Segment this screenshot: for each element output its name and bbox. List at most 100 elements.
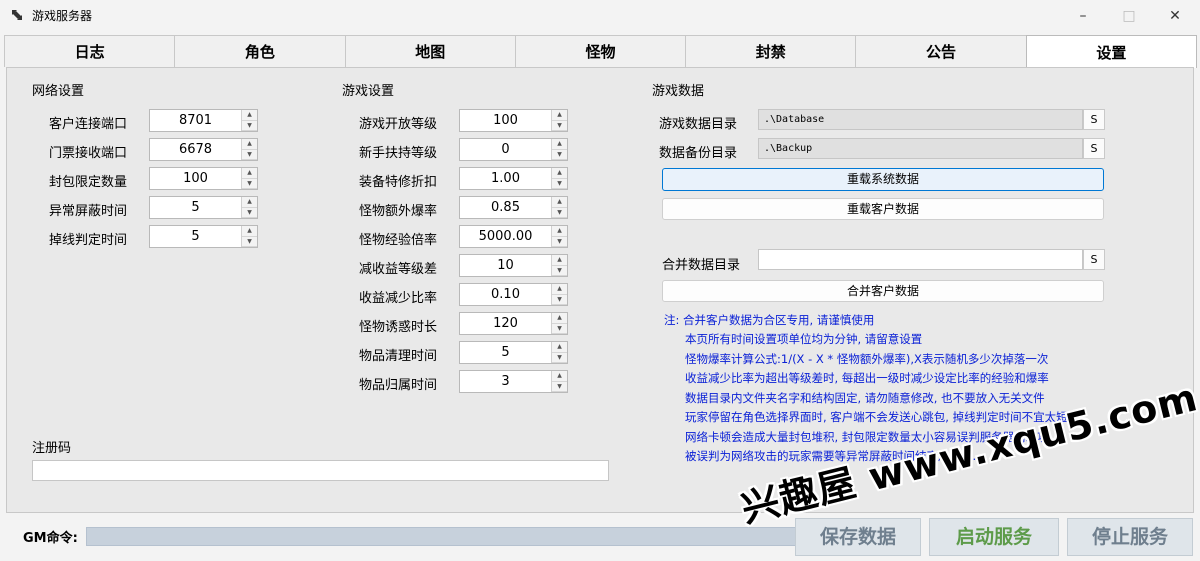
lure-time-stepper[interactable]: 120 ▲ ▼ (459, 312, 568, 335)
up-arrow-icon[interactable]: ▲ (242, 168, 257, 179)
data-dir-field[interactable]: .\Database (758, 109, 1083, 130)
repair-discount-stepper[interactable]: 1.00 ▲ ▼ (459, 167, 568, 190)
register-code-label: 注册码 (32, 441, 72, 456)
close-icon[interactable]: ✕ (1152, 0, 1198, 32)
down-arrow-icon[interactable]: ▼ (552, 120, 567, 131)
game-row-label: 怪物诱惑时长 (358, 320, 437, 335)
tab-monsters[interactable]: 怪物 (514, 35, 687, 67)
game-row-label: 物品归属时间 (358, 378, 437, 393)
down-arrow-icon[interactable]: ▼ (552, 149, 567, 160)
game-row-label: 怪物经验倍率 (358, 233, 437, 248)
up-arrow-icon[interactable]: ▲ (552, 168, 567, 179)
item-cleanup-stepper[interactable]: 5 ▲ ▼ (459, 341, 568, 364)
merge-dir-browse-button[interactable]: S (1083, 249, 1105, 270)
reduce-ratio-stepper[interactable]: 0.10 ▲ ▼ (459, 283, 568, 306)
network-row-label: 客户连接端口 (48, 117, 127, 132)
maximize-icon[interactable]: □ (1106, 0, 1152, 32)
down-arrow-icon[interactable]: ▼ (242, 236, 257, 247)
down-arrow-icon[interactable]: ▼ (552, 236, 567, 247)
stepper-value: 10 (497, 258, 514, 273)
packet-limit-stepper[interactable]: 100 ▲ ▼ (149, 167, 258, 190)
backup-dir-label: 数据备份目录 (659, 146, 738, 161)
backup-dir-browse-button[interactable]: S (1083, 138, 1105, 159)
down-arrow-icon[interactable]: ▼ (552, 178, 567, 189)
down-arrow-icon[interactable]: ▼ (242, 178, 257, 189)
tab-log[interactable]: 日志 (4, 35, 176, 67)
tab-bans[interactable]: 封禁 (685, 35, 857, 67)
block-time-stepper[interactable]: 5 ▲ ▼ (149, 196, 258, 219)
app-icon (12, 10, 22, 20)
minimize-icon[interactable]: – (1060, 0, 1106, 32)
stepper-value: 120 (493, 316, 518, 331)
merge-client-data-button[interactable]: 合并客户数据 (662, 280, 1104, 302)
up-arrow-icon[interactable]: ▲ (552, 342, 567, 353)
game-row-label: 怪物额外爆率 (358, 204, 437, 219)
game-row-label: 装备特修折扣 (358, 175, 437, 190)
disconnect-time-stepper[interactable]: 5 ▲ ▼ (149, 225, 258, 248)
up-arrow-icon[interactable]: ▲ (552, 371, 567, 382)
up-arrow-icon[interactable]: ▲ (552, 255, 567, 266)
reload-client-data-button[interactable]: 重载客户数据 (662, 198, 1104, 220)
down-arrow-icon[interactable]: ▼ (552, 323, 567, 334)
register-code-input[interactable] (32, 460, 609, 481)
level-diff-stepper[interactable]: 10 ▲ ▼ (459, 254, 568, 277)
down-arrow-icon[interactable]: ▼ (552, 381, 567, 392)
up-arrow-icon[interactable]: ▲ (552, 226, 567, 237)
game-row-label: 游戏开放等级 (358, 117, 437, 132)
stepper-value: 5000.00 (478, 229, 533, 244)
down-arrow-icon[interactable]: ▼ (552, 207, 567, 218)
up-arrow-icon[interactable]: ▲ (242, 110, 257, 121)
backup-dir-field[interactable]: .\Backup (758, 138, 1083, 159)
down-arrow-icon[interactable]: ▼ (552, 294, 567, 305)
tab-map[interactable]: 地图 (344, 35, 516, 67)
up-arrow-icon[interactable]: ▲ (552, 139, 567, 150)
up-arrow-icon[interactable]: ▲ (242, 226, 257, 237)
stop-service-button[interactable]: 停止服务 (1067, 518, 1193, 556)
note-line: 数据目录内文件夹名字和结构固定, 请勿随意修改, 也不要放入无关文件 (685, 391, 1045, 405)
down-arrow-icon[interactable]: ▼ (242, 120, 257, 131)
up-arrow-icon[interactable]: ▲ (552, 197, 567, 208)
down-arrow-icon[interactable]: ▼ (552, 265, 567, 276)
game-row-label: 新手扶持等级 (358, 146, 437, 161)
tab-settings[interactable]: 设置 (1025, 35, 1197, 68)
up-arrow-icon[interactable]: ▲ (552, 110, 567, 121)
gm-command-label: GM命令: (23, 531, 78, 546)
note-line: 收益减少比率为超出等级差时, 每超出一级时减少设定比率的经验和爆率 (685, 371, 1049, 385)
stepper-value: 0.85 (491, 200, 520, 215)
tab-announcements[interactable]: 公告 (855, 35, 1027, 67)
item-owner-stepper[interactable]: 3 ▲ ▼ (459, 370, 568, 393)
client-port-stepper[interactable]: 8701 ▲ ▼ (149, 109, 258, 132)
title-bar: 游戏服务器 – □ ✕ (0, 0, 1200, 32)
ticket-port-stepper[interactable]: 6678 ▲ ▼ (149, 138, 258, 161)
tab-bar: 日志 角色 地图 怪物 封禁 公告 设置 (4, 35, 1197, 68)
tab-roles[interactable]: 角色 (174, 35, 346, 67)
up-arrow-icon[interactable]: ▲ (552, 313, 567, 324)
drop-rate-stepper[interactable]: 0.85 ▲ ▼ (459, 196, 568, 219)
up-arrow-icon[interactable]: ▲ (242, 139, 257, 150)
start-service-button[interactable]: 启动服务 (929, 518, 1059, 556)
network-row-label: 异常屏蔽时间 (48, 204, 127, 219)
down-arrow-icon[interactable]: ▼ (242, 149, 257, 160)
newbie-level-stepper[interactable]: 0 ▲ ▼ (459, 138, 568, 161)
game-settings-title: 游戏设置 (342, 84, 395, 99)
exp-rate-stepper[interactable]: 5000.00 ▲ ▼ (459, 225, 568, 248)
data-dir-label: 游戏数据目录 (659, 117, 738, 132)
open-level-stepper[interactable]: 100 ▲ ▼ (459, 109, 568, 132)
stepper-value: 5 (191, 200, 200, 215)
up-arrow-icon[interactable]: ▲ (552, 284, 567, 295)
note-line: 怪物爆率计算公式:1/(X - X * 怪物额外爆率),X表示随机多少次掉落一次 (685, 352, 1049, 366)
merge-dir-field[interactable] (758, 249, 1083, 270)
game-row-label: 减收益等级差 (358, 262, 437, 277)
down-arrow-icon[interactable]: ▼ (242, 207, 257, 218)
gm-command-input[interactable] (86, 527, 816, 546)
down-arrow-icon[interactable]: ▼ (552, 352, 567, 363)
reload-system-data-button[interactable]: 重载系统数据 (662, 168, 1104, 191)
data-dir-browse-button[interactable]: S (1083, 109, 1105, 130)
stepper-value: 0.10 (491, 287, 520, 302)
window-title: 游戏服务器 (32, 9, 93, 23)
merge-dir-label: 合并数据目录 (662, 258, 741, 273)
note-line: 本页所有时间设置项单位均为分钟, 请留意设置 (685, 332, 923, 346)
stepper-value: 8701 (178, 113, 213, 128)
save-data-button[interactable]: 保存数据 (795, 518, 921, 556)
up-arrow-icon[interactable]: ▲ (242, 197, 257, 208)
